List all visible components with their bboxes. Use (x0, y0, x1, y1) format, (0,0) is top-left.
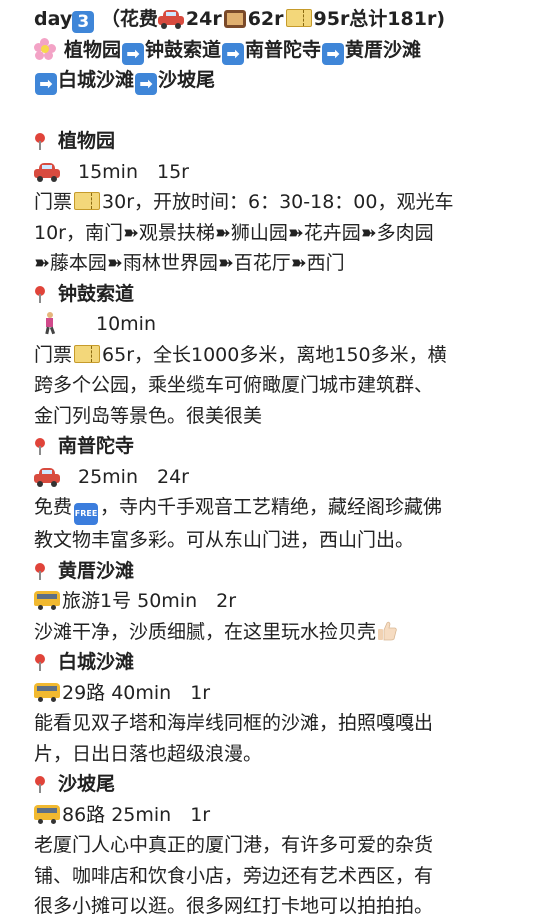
section-name: 钟鼓索道 (58, 282, 135, 305)
transport-line: 25min 24r (34, 462, 514, 493)
route-stop: 植物园 (64, 38, 122, 61)
transport-line: 10min (34, 309, 514, 340)
car-cost: 24r (185, 8, 222, 30)
transport-info: 25min 24r (78, 465, 189, 488)
car-icon (34, 162, 60, 182)
ticket-icon (74, 192, 101, 210)
ticket-icon (285, 9, 312, 27)
bus-icon (34, 590, 60, 610)
route-line-2: ➡ 白城沙滩 ➡ 沙坡尾 (34, 65, 514, 96)
day-label: day (34, 8, 73, 30)
transport-info: 29路 40min 1r (62, 681, 211, 704)
desc-text: 门票 (34, 343, 73, 366)
transport-info: 10min (96, 313, 157, 335)
desc-text: 门票 (34, 191, 73, 213)
arrow-right-icon: ➡ (135, 73, 158, 95)
desc-text: 30r，开放时间：6：30-18：00，观光车 (102, 191, 454, 213)
day-number-badge: 3 (72, 11, 95, 33)
section-name: 植物园 (58, 130, 116, 152)
section-heading: 植物园 (34, 126, 514, 157)
car-icon (157, 10, 184, 29)
section-heading: 黄厝沙滩 (34, 556, 514, 587)
desc-line: 教文物丰富多彩。可从东山门进，西山门出。 (34, 529, 415, 551)
ticket-cost-total: 95r总计181r) (313, 8, 446, 30)
transport-line: 15min 15r (34, 157, 514, 188)
section-heading: 南普陀寺 (34, 431, 514, 462)
route-stop: 钟鼓索道 (145, 38, 222, 61)
desc-line: 跨多个公园，乘坐缆车可俯瞰厦门城市建筑群、 (34, 374, 434, 396)
route-line-1: 植物园 ➡ 钟鼓索道 ➡ 南普陀寺 ➡ 黄厝沙滩 (34, 35, 514, 66)
free-badge-icon: FREE (74, 503, 99, 525)
desc-line: ➽藤本园➽雨林世界园➽百花厅➽西门 (34, 252, 345, 274)
section-heading: 白城沙滩 (34, 647, 514, 678)
walking-person-icon (40, 312, 60, 335)
title-line: day 3 （花费 24r 62r 95r总计181r) (34, 4, 514, 35)
desc-line: 老厦门人心中真正的厦门港，有许多可爱的杂货 (34, 834, 434, 856)
desc-line: 门票 30r，开放时间：6：30-18：00，观光车 (34, 187, 514, 218)
desc-text: ，寺内千手观音工艺精绝，藏经阁珍藏佛 (100, 496, 443, 518)
cost-open: （花费 (100, 8, 158, 30)
route-stop: 沙坡尾 (158, 69, 216, 91)
food-cost: 62r (247, 8, 284, 30)
pin-icon (34, 133, 46, 150)
route-stop: 黄厝沙滩 (345, 38, 422, 61)
pin-icon (34, 654, 46, 671)
desc-line: 门票 65r，全长1000多米，离地150多米，横 (34, 340, 514, 371)
desc-line: 片，日出日落也超级浪漫。 (34, 742, 263, 765)
desc-line: 10r，南门➽观景扶梯➽狮山园➽花卉园➽多肉园 (34, 221, 434, 244)
flower-icon (34, 37, 56, 60)
pin-icon (34, 562, 46, 580)
section-name: 南普陀寺 (58, 435, 135, 457)
desc-line: 金门列岛等景色。很美很美 (34, 404, 263, 427)
transport-info: 旅游1号 50min 2r (62, 590, 237, 612)
bus-icon (34, 804, 60, 824)
thumbs-up-icon (376, 620, 398, 642)
transport-line: 29路 40min 1r (34, 678, 514, 709)
car-icon (34, 467, 60, 487)
section-heading: 沙坡尾 (34, 769, 514, 800)
route-stop: 南普陀寺 (245, 38, 322, 61)
pin-icon (34, 285, 46, 303)
transport-line: 86路 25min 1r (34, 800, 514, 831)
transport-info: 86路 25min 1r (62, 803, 211, 826)
desc-line: 能看见双子塔和海岸线同框的沙滩，拍照嘎嘎出 (34, 712, 434, 734)
arrow-right-icon: ➡ (322, 42, 345, 65)
section-name: 白城沙滩 (58, 651, 135, 673)
desc-text: 65r，全长1000多米，离地150多米，横 (102, 343, 447, 366)
arrow-right-icon: ➡ (122, 42, 145, 65)
itinerary-note: day 3 （花费 24r 62r 95r总计181r) 植物园 ➡ 钟鼓索道 ➡ 南普陀寺 ➡ 黄… (0, 4, 540, 924)
bus-icon (34, 682, 60, 702)
arrow-right-icon: ➡ (222, 42, 245, 65)
pin-icon (34, 776, 46, 793)
desc-line: 很多小摊可以逛。很多网红打卡地可以拍拍拍。 (34, 895, 434, 917)
arrow-right-icon: ➡ (35, 73, 57, 95)
pin-icon (34, 438, 46, 455)
desc-text: 免费 (34, 496, 73, 518)
ticket-icon (74, 344, 101, 363)
desc-line: 沙滩干净，沙质细腻，在这里玩水捡贝壳 (34, 617, 514, 648)
desc-line: 铺、咖啡店和饮食小店，旁边还有艺术西区，有 (34, 864, 434, 887)
route-stop: 白城沙滩 (58, 69, 135, 91)
section-name: 黄厝沙滩 (58, 559, 135, 582)
transport-line: 旅游1号 50min 2r (34, 586, 514, 617)
section-name: 沙坡尾 (58, 773, 116, 795)
section-heading: 钟鼓索道 (34, 279, 514, 310)
desc-text: 沙滩干净，沙质细腻，在这里玩水捡贝壳 (34, 620, 377, 643)
bento-icon (223, 10, 246, 28)
desc-line: 免费 FREE ，寺内千手观音工艺精绝，藏经阁珍藏佛 (34, 492, 514, 525)
transport-info: 15min 15r (78, 160, 189, 183)
